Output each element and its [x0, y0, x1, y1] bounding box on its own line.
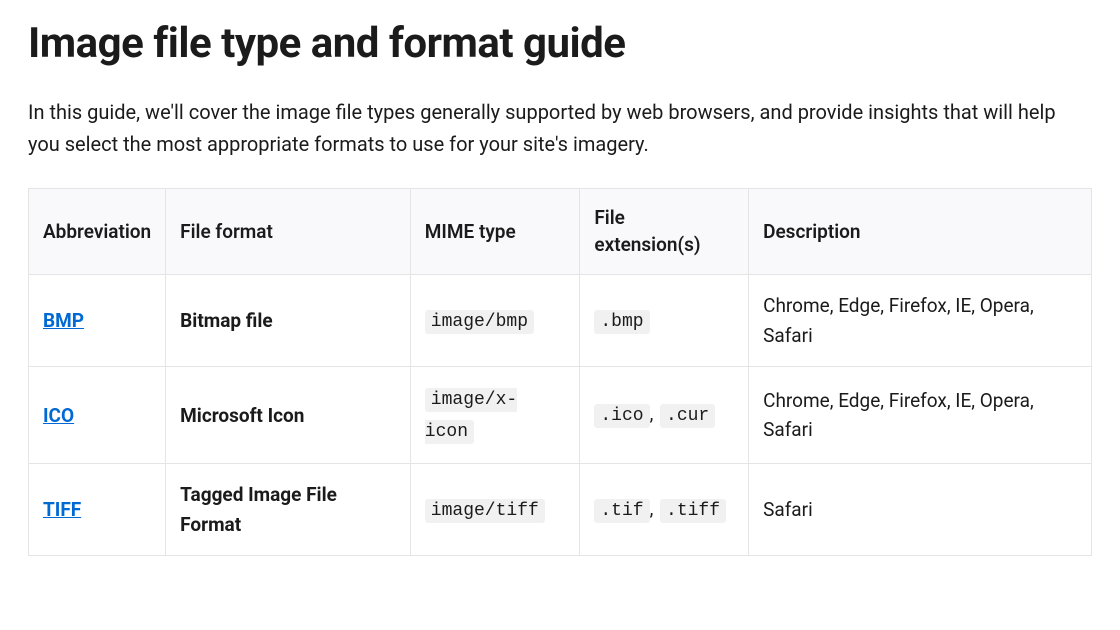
- page-title: Image file type and format guide: [28, 20, 1092, 68]
- col-ext: File extension(s): [580, 189, 749, 275]
- file-format: Tagged Image File Format: [166, 464, 411, 556]
- table-row: TIFF Tagged Image File Formatimage/tiff.t…: [29, 464, 1092, 556]
- intro-text: In this guide, we'll cover the image fil…: [28, 96, 1078, 160]
- col-format: File format: [166, 189, 411, 275]
- mime-type: image/x-icon: [410, 367, 580, 464]
- col-mime: MIME type: [410, 189, 580, 275]
- file-format: Microsoft Icon: [166, 367, 411, 464]
- table-row: ICO Microsoft Iconimage/x-icon.ico, .curC…: [29, 367, 1092, 464]
- abbr-link[interactable]: TIFF: [43, 498, 81, 521]
- table-row: BMP Bitmap fileimage/bmp.bmpChrome, Edge,…: [29, 275, 1092, 367]
- table-header-row: Abbreviation File format MIME type File …: [29, 189, 1092, 275]
- description: Chrome, Edge, Firefox, IE, Opera, Safari: [749, 367, 1092, 464]
- mime-type: image/tiff: [410, 464, 580, 556]
- file-extensions: .tif, .tiff: [580, 464, 749, 556]
- col-desc: Description: [749, 189, 1092, 275]
- file-extensions: .ico, .cur: [580, 367, 749, 464]
- col-abbr: Abbreviation: [29, 189, 166, 275]
- formats-table: Abbreviation File format MIME type File …: [28, 188, 1092, 556]
- abbr-link[interactable]: ICO: [43, 404, 74, 427]
- description: Chrome, Edge, Firefox, IE, Opera, Safari: [749, 275, 1092, 367]
- description: Safari: [749, 464, 1092, 556]
- file-extensions: .bmp: [580, 275, 749, 367]
- mime-type: image/bmp: [410, 275, 580, 367]
- file-format: Bitmap file: [166, 275, 411, 367]
- abbr-link[interactable]: BMP: [43, 309, 84, 332]
